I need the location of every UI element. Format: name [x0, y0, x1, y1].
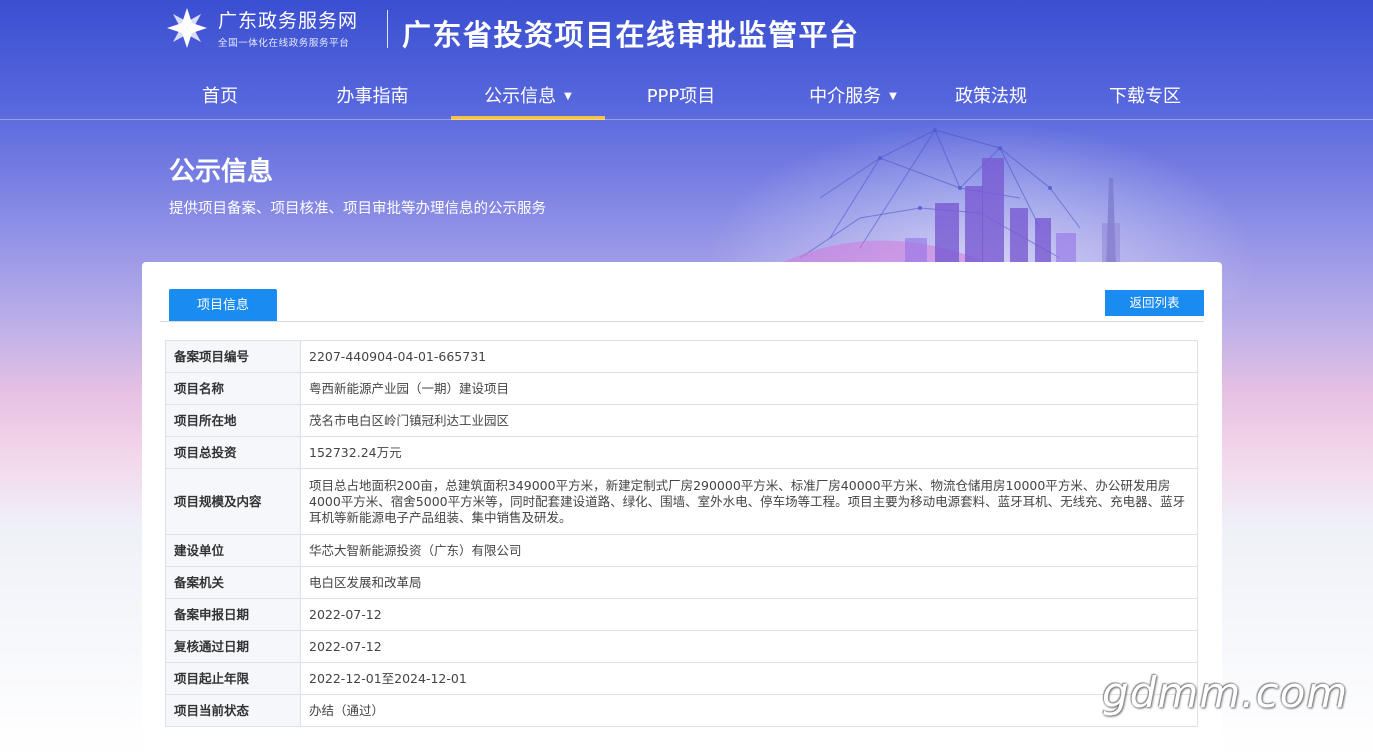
- row-label: 项目所在地: [165, 404, 301, 437]
- row-label: 备案申报日期: [165, 598, 301, 631]
- nav-label: 首页: [202, 86, 238, 107]
- row-label: 备案项目编号: [165, 340, 301, 373]
- brand-name: 广东政务服务网: [218, 10, 359, 32]
- nav-item-ppp[interactable]: PPP项目: [626, 80, 736, 120]
- table-row: 项目起止年限 2022-12-01至2024-12-01: [165, 662, 1198, 695]
- row-value: 2022-12-01至2024-12-01: [300, 662, 1198, 695]
- row-label: 项目名称: [165, 372, 301, 405]
- back-to-list-button[interactable]: 返回列表: [1105, 290, 1204, 316]
- nav-item-agency-services[interactable]: 中介服务 ▼: [783, 80, 923, 120]
- content-panel: 项目信息 返回列表 备案项目编号 2207-440904-04-01-665731…: [142, 262, 1222, 756]
- row-label: 项目起止年限: [165, 662, 301, 695]
- row-value: 2022-07-12: [300, 598, 1198, 631]
- tab-underline: [160, 321, 1204, 322]
- table-row: 备案机关 电白区发展和改革局: [165, 566, 1198, 599]
- table-row: 备案项目编号 2207-440904-04-01-665731: [165, 340, 1198, 373]
- platform-title: 广东省投资项目在线审批监管平台: [402, 18, 860, 52]
- city-skyline-illustration: [770, 128, 1120, 268]
- row-value: 茂名市电白区岭门镇冠利达工业园区: [300, 404, 1198, 437]
- table-row: 复核通过日期 2022-07-12: [165, 630, 1198, 663]
- nav-label: 政策法规: [955, 86, 1027, 107]
- table-row: 项目名称 粤西新能源产业园（一期）建设项目: [165, 372, 1198, 405]
- row-value: 2207-440904-04-01-665731: [300, 340, 1198, 373]
- row-label: 复核通过日期: [165, 630, 301, 663]
- table-row: 项目规模及内容 项目总占地面积200亩，总建筑面积349000平方米，新建定制式厂…: [165, 468, 1198, 535]
- nav-item-public-info[interactable]: 公示信息 ▼: [451, 80, 605, 120]
- caret-down-icon: ▼: [889, 91, 897, 102]
- page-title: 公示信息: [169, 157, 274, 187]
- row-label: 备案机关: [165, 566, 301, 599]
- site-watermark: gdmm.com: [1102, 668, 1349, 717]
- row-value: 电白区发展和改革局: [300, 566, 1198, 599]
- nav-label: 中介服务: [809, 86, 882, 107]
- row-value: 152732.24万元: [300, 436, 1198, 469]
- row-label: 建设单位: [165, 534, 301, 567]
- page-subtitle: 提供项目备案、项目核准、项目审批等办理信息的公示服务: [169, 201, 546, 217]
- table-row: 项目总投资 152732.24万元: [165, 436, 1198, 469]
- nav-label: 下载专区: [1109, 86, 1181, 107]
- table-row: 建设单位 华芯大智新能源投资（广东）有限公司: [165, 534, 1198, 567]
- nav-label: PPP项目: [646, 86, 716, 107]
- nav-divider: [0, 119, 1373, 120]
- main-nav: 首页 办事指南 公示信息 ▼ PPP项目 中介服务 ▼ 政策法规 下载专区: [143, 80, 1223, 120]
- guangdong-gov-logo-icon: [167, 8, 207, 48]
- header-divider: [387, 10, 388, 48]
- nav-label: 公示信息: [484, 86, 557, 107]
- row-value: 2022-07-12: [300, 630, 1198, 663]
- nav-item-guide[interactable]: 办事指南: [315, 80, 430, 120]
- row-value: 项目总占地面积200亩，总建筑面积349000平方米，新建定制式厂房290000…: [300, 468, 1198, 535]
- row-label: 项目当前状态: [165, 694, 301, 727]
- table-row: 项目所在地 茂名市电白区岭门镇冠利达工业园区: [165, 404, 1198, 437]
- tab-project-info[interactable]: 项目信息: [169, 289, 277, 322]
- row-value: 华芯大智新能源投资（广东）有限公司: [300, 534, 1198, 567]
- nav-item-home[interactable]: 首页: [163, 80, 277, 120]
- caret-down-icon: ▼: [564, 91, 572, 102]
- table-row: 备案申报日期 2022-07-12: [165, 598, 1198, 631]
- row-value: 粤西新能源产业园（一期）建设项目: [300, 372, 1198, 405]
- row-value: 办结（通过）: [300, 694, 1198, 727]
- row-label: 项目总投资: [165, 436, 301, 469]
- top-header: 广东政务服务网 全国一体化在线政务服务平台 广东省投资项目在线审批监管平台 首页…: [0, 0, 1373, 120]
- row-label: 项目规模及内容: [165, 468, 301, 535]
- brand-subtitle: 全国一体化在线政务服务平台: [218, 38, 350, 49]
- project-info-table: 备案项目编号 2207-440904-04-01-665731 项目名称 粤西新能源…: [165, 340, 1198, 727]
- nav-item-downloads[interactable]: 下载专区: [1089, 80, 1201, 120]
- nav-item-policies[interactable]: 政策法规: [935, 80, 1047, 120]
- nav-label: 办事指南: [336, 86, 409, 107]
- table-row: 项目当前状态 办结（通过）: [165, 694, 1198, 727]
